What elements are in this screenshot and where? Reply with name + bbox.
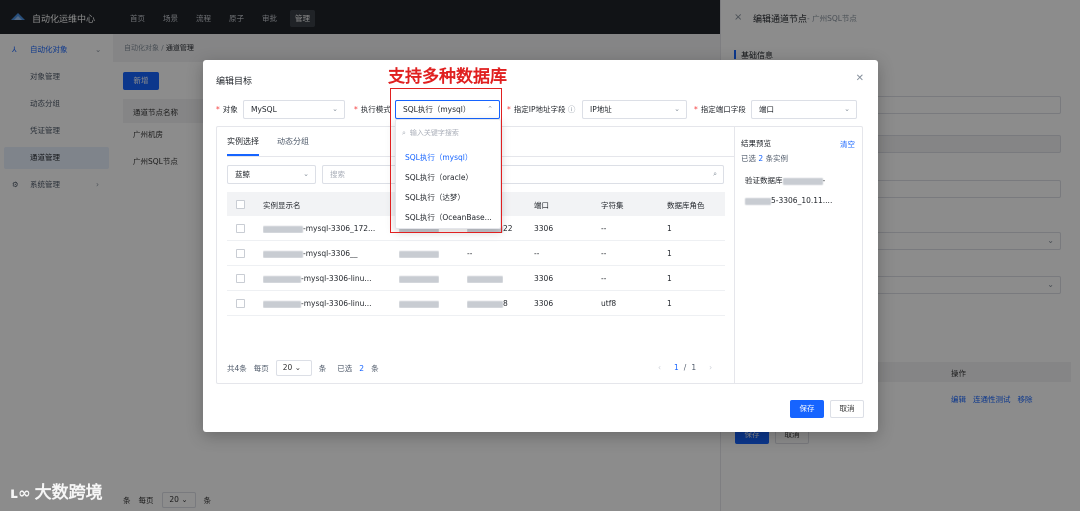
instance-pager: 共4条 每页 20 ⌄ 条 已选 2 条 [227, 360, 379, 376]
result-title: 结果预览 [741, 139, 771, 148]
tab-instance-select[interactable]: 实例选择 [227, 136, 259, 156]
exec-mode-label: * 执行模式 [354, 105, 391, 114]
search-icon: ⌕ [713, 170, 717, 178]
modal-save-button[interactable]: 保存 [790, 400, 824, 418]
result-count: 已选 2 条实例 [741, 154, 789, 163]
app-window: 自动化运维中心 首页 场景 流程 原子 审批 管理 ⅄ 自动化对象 ⌄ 对象管理… [0, 0, 1080, 511]
business-filter-select[interactable]: 蓝鲸 ⌄ [227, 165, 316, 184]
annotation-highlight-box [390, 88, 502, 233]
modal-cancel-button[interactable]: 取消 [830, 400, 864, 418]
object-select[interactable]: MySQL ⌄ [243, 100, 345, 119]
port-field-label: * 指定端口字段 [694, 105, 746, 114]
chevron-down-icon: ⌄ [674, 105, 680, 113]
row-checkbox[interactable] [236, 224, 245, 233]
row-checkbox[interactable] [236, 299, 245, 308]
help-icon[interactable]: ⓘ [568, 105, 576, 114]
modal-title: 编辑目标 [216, 77, 253, 87]
row-checkbox[interactable] [236, 249, 245, 258]
chevron-down-icon: ⌄ [332, 105, 338, 113]
port-field-select[interactable]: 端口 ⌄ [751, 100, 857, 119]
close-icon[interactable]: ✕ [856, 73, 864, 84]
ip-field-label: * 指定IP地址字段 ⓘ [507, 105, 576, 114]
result-preview: 结果预览 清空 已选 2 条实例 验证数据库 - 5-3306_10.11.... [734, 127, 863, 383]
watermark-logo-icon: ʟ∞ [10, 484, 31, 502]
table-row[interactable]: -mysql-3306-linu... 8 3306 utf8 1 [227, 291, 725, 316]
clear-link[interactable]: 清空 [840, 139, 855, 150]
row-checkbox[interactable] [236, 274, 245, 283]
select-all-checkbox[interactable] [236, 200, 245, 209]
ip-field-select[interactable]: IP地址 ⌄ [582, 100, 687, 119]
annotation-text: 支持多种数据库 [388, 67, 507, 87]
result-item-2: 5-3306_10.11.... [745, 196, 832, 205]
search-input[interactable]: 搜索 ⌕ [322, 165, 724, 184]
chevron-down-icon: ⌄ [844, 105, 850, 113]
next-page-icon[interactable]: › [709, 363, 712, 372]
per-page-select[interactable]: 20 ⌄ [275, 360, 312, 376]
instance-panel: 实例选择 动态分组 蓝鲸 ⌄ 搜索 ⌕ 实例显示名 端口 字符集 数据库角色 -my… [216, 126, 863, 384]
result-item-1: 验证数据库 - [745, 176, 826, 185]
watermark: ʟ∞ 大数跨境 [10, 483, 103, 503]
chevron-down-icon: ⌄ [303, 170, 309, 178]
page-nav: ‹ 1 / 1 › [658, 363, 713, 372]
tab-dynamic-group[interactable]: 动态分组 [277, 136, 309, 156]
instance-tabs: 实例选择 动态分组 [227, 136, 309, 156]
table-row[interactable]: -mysql-3306__ -- -- -- 1 [227, 241, 725, 266]
table-row[interactable]: -mysql-3306-linu... 3306 -- 1 [227, 266, 725, 291]
prev-page-icon[interactable]: ‹ [658, 363, 661, 372]
object-label: * 对象 [216, 105, 238, 114]
edit-target-modal: 编辑目标 ✕ * 对象 MySQL ⌄ * 执行模式 SQL执行（mysql） ⌃ * 指… [203, 60, 878, 432]
